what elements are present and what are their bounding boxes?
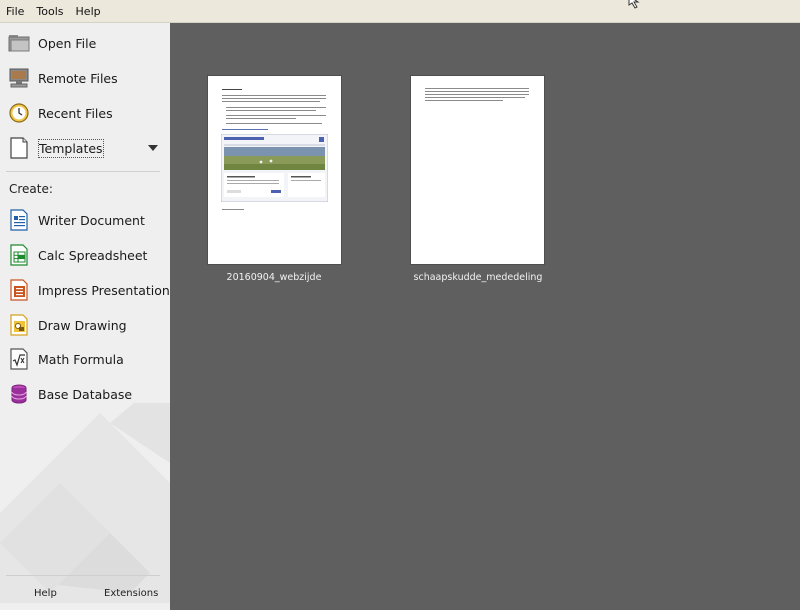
remote-computer-icon xyxy=(9,68,29,88)
embedded-website-screenshot xyxy=(221,134,328,202)
doc-text-line xyxy=(222,95,326,96)
math-icon xyxy=(10,348,28,370)
footer-divider xyxy=(6,575,160,576)
draw-drawing-label: Draw Drawing xyxy=(38,317,127,333)
clock-icon xyxy=(9,103,29,123)
recent-document-name: schaapskudde_mededeling xyxy=(413,272,543,283)
math-formula-label: Math Formula xyxy=(38,351,124,367)
calc-spreadsheet-label: Calc Spreadsheet xyxy=(38,247,148,263)
start-center-sidebar: Open File Remote Files Recent Files Temp… xyxy=(0,23,170,610)
doc-text-line xyxy=(226,123,322,124)
create-calc-spreadsheet-button[interactable]: Calc Spreadsheet xyxy=(0,240,170,270)
doc-text-line xyxy=(226,118,296,119)
recent-document-thumbnail[interactable] xyxy=(208,76,341,264)
doc-text-line xyxy=(226,107,326,108)
templates-label: Templates xyxy=(38,138,104,158)
recent-files-button[interactable]: Recent Files xyxy=(0,98,170,128)
create-draw-drawing-button[interactable]: Draw Drawing xyxy=(0,310,170,340)
menu-help[interactable]: Help xyxy=(70,5,107,18)
recent-files-label: Recent Files xyxy=(38,105,113,121)
recent-document-thumbnail[interactable] xyxy=(411,76,544,264)
remote-files-label: Remote Files xyxy=(38,70,118,86)
mouse-cursor-icon xyxy=(628,0,640,9)
doc-text-line xyxy=(425,94,529,95)
menubar: File Tools Help xyxy=(0,0,800,23)
doc-text-line xyxy=(222,98,326,99)
calc-icon xyxy=(10,244,28,266)
doc-link-line xyxy=(222,129,268,130)
doc-text-line xyxy=(425,97,525,98)
draw-icon xyxy=(10,314,28,336)
base-database-label: Base Database xyxy=(38,386,133,402)
templates-button[interactable]: Templates xyxy=(0,133,170,163)
impress-icon xyxy=(10,279,28,301)
doc-heading-line xyxy=(222,89,242,90)
open-file-button[interactable]: Open File xyxy=(0,28,170,58)
recent-document-name: 20160904_webzijde xyxy=(226,272,322,283)
doc-text-line xyxy=(425,91,529,92)
doc-text-line xyxy=(222,101,320,102)
menu-tools[interactable]: Tools xyxy=(30,5,69,18)
help-button[interactable]: Help xyxy=(34,588,57,599)
create-math-formula-button[interactable]: Math Formula xyxy=(0,344,170,374)
sidebar-divider xyxy=(6,171,160,172)
templates-dropdown-icon[interactable] xyxy=(148,145,158,151)
create-impress-presentation-button[interactable]: Impress Presentation xyxy=(0,275,170,305)
create-heading: Create: xyxy=(9,182,53,196)
sidebar-decoration xyxy=(0,403,170,603)
doc-text-line xyxy=(226,110,316,111)
writer-document-label: Writer Document xyxy=(38,212,145,228)
doc-text-line xyxy=(425,88,529,89)
writer-icon xyxy=(10,209,28,231)
doc-text-line xyxy=(226,115,326,116)
template-page-icon xyxy=(10,137,28,159)
folder-icon xyxy=(8,35,30,52)
extensions-button[interactable]: Extensions xyxy=(104,588,158,599)
remote-files-button[interactable]: Remote Files xyxy=(0,63,170,93)
open-file-label: Open File xyxy=(38,35,97,51)
menu-file[interactable]: File xyxy=(0,5,30,18)
create-writer-document-button[interactable]: Writer Document xyxy=(0,205,170,235)
doc-text-line xyxy=(222,209,244,210)
impress-presentation-label: Impress Presentation xyxy=(38,282,170,298)
doc-text-line xyxy=(425,100,503,101)
